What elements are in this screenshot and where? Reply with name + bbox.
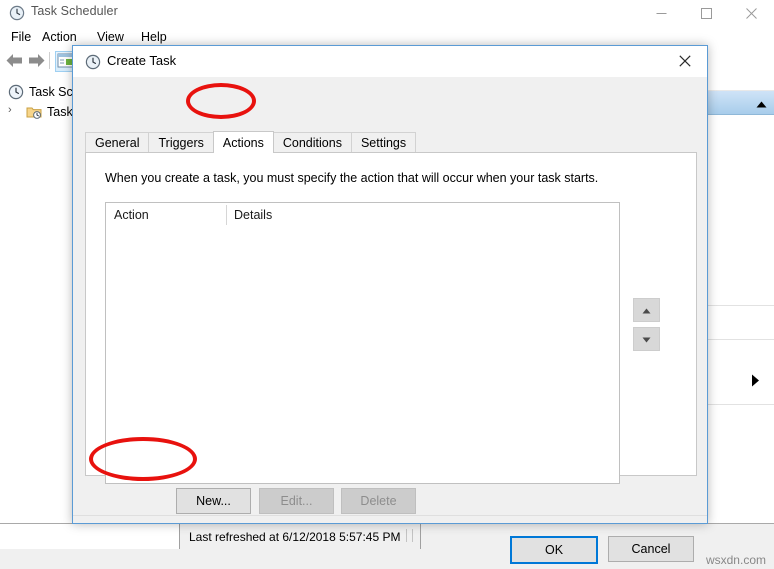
window-titlebar: Task Scheduler bbox=[0, 0, 774, 26]
tab-settings[interactable]: Settings bbox=[350, 132, 417, 153]
triangle-right-icon[interactable] bbox=[751, 374, 760, 390]
move-up-button[interactable] bbox=[633, 298, 660, 322]
actions-intro-text: When you create a task, you must specify… bbox=[105, 171, 599, 185]
column-divider[interactable] bbox=[226, 205, 227, 225]
dialog-footer-separator bbox=[73, 515, 707, 516]
triangle-down-icon bbox=[642, 332, 651, 346]
edit-action-button: Edit... bbox=[259, 488, 334, 514]
menu-item-help[interactable]: Help bbox=[137, 29, 171, 45]
column-header-action[interactable]: Action bbox=[114, 203, 149, 226]
tab-triggers[interactable]: Triggers bbox=[148, 132, 214, 153]
actions-grid[interactable]: Action Details bbox=[105, 202, 620, 484]
actions-grid-header: Action Details bbox=[106, 203, 619, 227]
actions-grid-body[interactable] bbox=[106, 226, 619, 482]
dialog-title: Create Task bbox=[107, 53, 177, 68]
toolbar-separator bbox=[49, 52, 50, 69]
ok-button[interactable]: OK bbox=[510, 536, 598, 564]
menu-item-file[interactable]: File bbox=[7, 29, 35, 45]
new-action-button[interactable]: New... bbox=[176, 488, 251, 514]
minimize-icon[interactable] bbox=[639, 0, 684, 26]
column-header-details[interactable]: Details bbox=[234, 203, 272, 226]
folder-clock-icon bbox=[26, 104, 42, 120]
close-icon[interactable] bbox=[729, 0, 774, 26]
triangle-up-icon bbox=[642, 303, 651, 317]
watermark-text: wsxdn.com bbox=[705, 553, 766, 567]
dialog-body: General Triggers Actions Conditions Sett… bbox=[73, 77, 707, 564]
delete-action-button: Delete bbox=[341, 488, 416, 514]
cancel-button[interactable]: Cancel bbox=[608, 536, 694, 562]
chevron-right-icon[interactable]: › bbox=[8, 104, 12, 116]
actions-tab-page: When you create a task, you must specify… bbox=[85, 152, 697, 484]
clock-icon bbox=[85, 54, 101, 70]
status-bar-cell: Last refreshed at 6/12/2018 5:57:45 PM bbox=[182, 524, 421, 549]
window-title: Task Scheduler bbox=[31, 4, 118, 18]
menu-item-view[interactable]: View bbox=[93, 29, 128, 45]
status-bar-left-cell bbox=[0, 524, 180, 549]
tab-actions[interactable]: Actions bbox=[212, 131, 274, 153]
status-grip bbox=[406, 529, 413, 542]
clock-icon bbox=[9, 5, 25, 21]
back-arrow-icon[interactable] bbox=[5, 52, 24, 72]
chevron-up-icon[interactable] bbox=[756, 97, 767, 111]
move-down-button[interactable] bbox=[633, 327, 660, 351]
last-refreshed-text: Last refreshed at 6/12/2018 5:57:45 PM bbox=[189, 529, 401, 544]
dialog-titlebar: Create Task bbox=[73, 46, 707, 77]
dialog-tabstrip: General Triggers Actions Conditions Sett… bbox=[85, 131, 417, 153]
close-icon[interactable] bbox=[662, 46, 707, 76]
create-task-dialog: Create Task General Triggers Actions Con… bbox=[72, 45, 708, 564]
menu-item-action[interactable]: Action bbox=[38, 29, 81, 45]
forward-arrow-icon[interactable] bbox=[27, 52, 46, 72]
maximize-icon[interactable] bbox=[684, 0, 729, 26]
tab-conditions[interactable]: Conditions bbox=[272, 132, 352, 153]
clock-icon bbox=[8, 84, 24, 100]
tab-general[interactable]: General bbox=[85, 132, 150, 153]
